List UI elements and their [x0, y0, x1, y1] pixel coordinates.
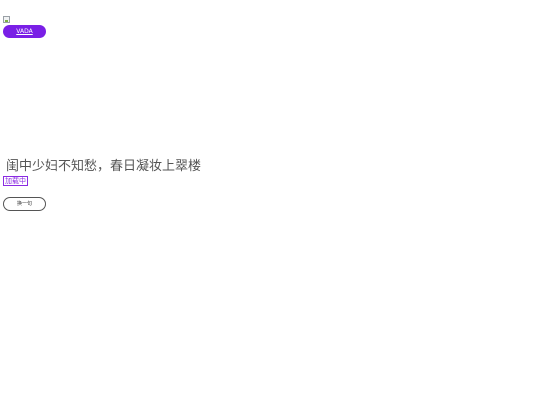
refresh-poem-button[interactable]: 换一句	[3, 197, 46, 211]
broken-image-icon	[3, 16, 10, 23]
vada-button[interactable]: VADA	[3, 25, 46, 38]
poem-text: 闺中少妇不知愁，春日凝妆上翠楼	[6, 159, 202, 174]
loading-label: 加载中	[3, 176, 28, 186]
page: VADA 闺中少妇不知愁，春日凝妆上翠楼 加载中 换一句	[0, 0, 540, 405]
